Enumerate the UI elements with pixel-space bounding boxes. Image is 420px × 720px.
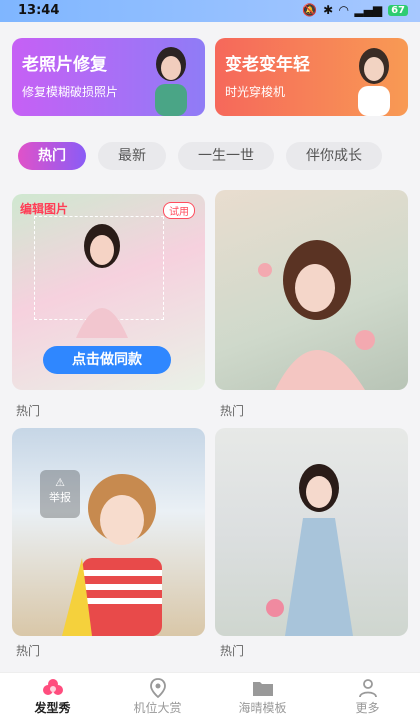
bottom-navigation: 发型秀 机位大赏 海晴模板 更多	[0, 672, 420, 720]
status-bar: 13:44 🔕 ✱ ◠ ▂▄▆ 67	[0, 0, 420, 22]
card-category-label: 热门	[16, 644, 41, 658]
banner-subtitle: 修复模糊破损照片	[22, 85, 119, 99]
flower-icon	[0, 677, 105, 699]
user-icon	[315, 677, 420, 699]
nav-more[interactable]: 更多	[315, 673, 420, 720]
tab-hot[interactable]: 热门	[18, 142, 86, 170]
banner-subtitle: 时光穿梭机	[225, 85, 286, 99]
status-icons: 🔕 ✱ ◠ ▂▄▆ 67	[302, 3, 408, 17]
template-card[interactable]	[215, 190, 408, 390]
banner-portrait-icon	[155, 47, 187, 116]
category-tabs: 热门 最新 一生一世 伴你成长	[18, 142, 420, 172]
make-same-style-button[interactable]: 点击做同款	[43, 346, 171, 374]
age-change-banner[interactable]: 变老变年轻 时光穿梭机	[215, 38, 408, 116]
trial-badge: 试用	[163, 202, 195, 219]
location-icon	[105, 677, 210, 699]
portrait-icon	[76, 224, 128, 338]
nav-label: 更多	[355, 701, 380, 715]
portrait-icon	[62, 474, 162, 636]
nav-templates[interactable]: 海晴模板	[210, 673, 315, 720]
nav-hairstyle[interactable]: 发型秀	[0, 673, 105, 720]
old-photo-repair-banner[interactable]: 老照片修复 修复模糊破损照片	[12, 38, 205, 116]
tab-latest[interactable]: 最新	[98, 142, 166, 170]
template-card[interactable]: 编辑图片 试用 点击做同款	[12, 194, 205, 390]
tab-lifetime[interactable]: 一生一世	[178, 142, 274, 170]
bluetooth-icon: ✱	[323, 3, 334, 17]
banner-portrait-icon	[358, 48, 390, 116]
nav-label: 海晴模板	[238, 701, 287, 715]
portrait-icon	[258, 240, 375, 390]
card-category-label: 热门	[16, 404, 41, 418]
status-time: 13:44	[18, 3, 60, 18]
banner-title: 变老变年轻	[225, 55, 310, 75]
banner-title: 老照片修复	[22, 55, 107, 75]
nav-camera-spots[interactable]: 机位大赏	[105, 673, 210, 720]
nav-label: 机位大赏	[133, 701, 182, 715]
card-category-label: 热门	[220, 404, 245, 418]
signal-icon: ▂▄▆	[354, 3, 383, 17]
card-category-label: 热门	[220, 644, 245, 658]
edit-image-label: 编辑图片	[20, 202, 69, 216]
wifi-icon: ◠	[339, 3, 349, 17]
nav-label: 发型秀	[34, 701, 71, 715]
template-card[interactable]: ⚠ 举报	[12, 428, 205, 636]
portrait-icon	[266, 464, 353, 636]
battery-icon: 67	[388, 4, 408, 16]
tab-growing-up[interactable]: 伴你成长	[286, 142, 382, 170]
template-card[interactable]	[215, 428, 408, 636]
mute-icon: 🔕	[302, 3, 318, 17]
folder-icon	[210, 677, 315, 699]
